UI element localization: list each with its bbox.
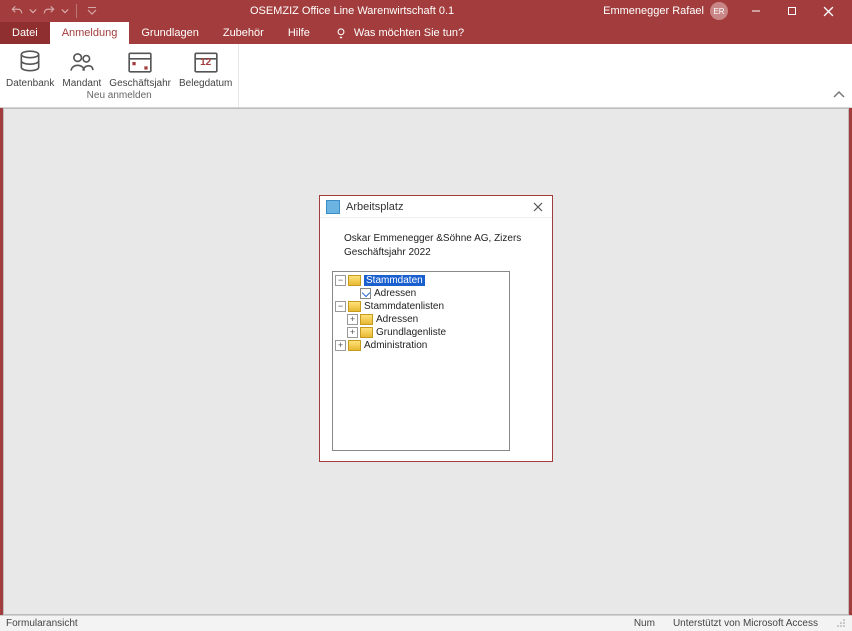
nav-tree[interactable]: − Stammdaten Adressen − Stammdatenlisten… <box>332 271 510 451</box>
dialog-icon <box>326 200 340 214</box>
title-bar: OSEMZIZ Office Line Warenwirtschaft 0.1 … <box>0 0 852 22</box>
arbeitsplatz-dialog: Arbeitsplatz Oskar Emmenegger &Söhne AG,… <box>319 195 553 462</box>
company-line: Oskar Emmenegger &Söhne AG, Zizers <box>344 232 542 246</box>
user-name: Emmenegger Rafael <box>603 5 704 17</box>
tab-zubehoer[interactable]: Zubehör <box>211 22 276 44</box>
ribbon: Datenbank Mandant Geschäftsjahr 12 Be <box>0 44 852 108</box>
document-icon <box>360 288 371 299</box>
tab-grundlagen[interactable]: Grundlagen <box>129 22 211 44</box>
tree-node-grundlagenliste[interactable]: + Grundlagenliste <box>335 326 507 339</box>
collapse-icon[interactable]: − <box>335 275 346 286</box>
qat-separator <box>76 4 77 18</box>
close-button[interactable] <box>810 0 846 22</box>
year-line: Geschäftsjahr 2022 <box>344 246 542 260</box>
app-title: OSEMZIZ Office Line Warenwirtschaft 0.1 <box>101 5 603 17</box>
folder-icon <box>348 275 361 286</box>
collapse-ribbon-button[interactable] <box>832 87 846 105</box>
status-numlock: Num <box>634 618 655 629</box>
status-bar: Formularansicht Num Unterstützt von Micr… <box>0 615 852 631</box>
tree-node-stammdatenlisten[interactable]: − Stammdatenlisten <box>335 300 507 313</box>
resize-grip-icon[interactable] <box>836 618 846 628</box>
folder-icon <box>360 327 373 338</box>
expand-icon[interactable]: + <box>335 340 346 351</box>
dialog-close-button[interactable] <box>530 199 546 215</box>
window-controls <box>738 0 846 22</box>
redo-button[interactable] <box>40 2 58 20</box>
title-right: Emmenegger Rafael ER <box>603 0 852 22</box>
status-view-mode: Formularansicht <box>6 618 78 629</box>
undo-dropdown[interactable] <box>28 2 38 20</box>
expand-icon[interactable]: + <box>347 327 358 338</box>
status-powered-by: Unterstützt von Microsoft Access <box>673 618 818 629</box>
maximize-button[interactable] <box>774 0 810 22</box>
qat-customize[interactable] <box>83 2 101 20</box>
calendar-day-icon: 12 <box>192 48 220 76</box>
quick-access-toolbar <box>0 2 101 20</box>
dialog-body: Oskar Emmenegger &Söhne AG, Zizers Gesch… <box>320 218 552 461</box>
redo-dropdown[interactable] <box>60 2 70 20</box>
ribbon-group-label: Neu anmelden <box>87 89 152 103</box>
user-account[interactable]: Emmenegger Rafael ER <box>603 2 728 20</box>
folder-icon <box>348 340 361 351</box>
dialog-titlebar[interactable]: Arbeitsplatz <box>320 196 552 218</box>
tree-node-adressen[interactable]: Adressen <box>335 287 507 300</box>
tree-node-adressen-list[interactable]: + Adressen <box>335 313 507 326</box>
ribbon-tabs: Datei Anmeldung Grundlagen Zubehör Hilfe… <box>0 22 852 44</box>
dialog-title: Arbeitsplatz <box>346 201 403 213</box>
tree-node-stammdaten[interactable]: − Stammdaten <box>335 274 507 287</box>
folder-icon <box>360 314 373 325</box>
calendar-range-icon <box>126 48 154 76</box>
folder-icon <box>348 301 361 312</box>
expand-icon[interactable]: + <box>347 314 358 325</box>
database-icon <box>16 48 44 76</box>
ribbon-btn-geschaeftsjahr[interactable]: Geschäftsjahr <box>105 46 175 89</box>
ribbon-btn-datenbank[interactable]: Datenbank <box>2 46 58 89</box>
users-icon <box>68 48 96 76</box>
collapse-icon[interactable]: − <box>335 301 346 312</box>
tell-me-search[interactable]: Was möchten Sie tun? <box>322 22 464 44</box>
minimize-button[interactable] <box>738 0 774 22</box>
ribbon-btn-belegdatum[interactable]: 12 Belegdatum <box>175 46 236 89</box>
undo-button[interactable] <box>8 2 26 20</box>
ribbon-group-neu-anmelden: Datenbank Mandant Geschäftsjahr 12 Be <box>0 44 239 107</box>
tab-file[interactable]: Datei <box>0 22 50 44</box>
tab-anmeldung[interactable]: Anmeldung <box>50 22 130 44</box>
lightbulb-icon <box>334 26 348 40</box>
avatar: ER <box>710 2 728 20</box>
search-placeholder: Was möchten Sie tun? <box>354 27 464 39</box>
tab-hilfe[interactable]: Hilfe <box>276 22 322 44</box>
ribbon-btn-mandant[interactable]: Mandant <box>58 46 105 89</box>
tree-node-administration[interactable]: + Administration <box>335 339 507 352</box>
